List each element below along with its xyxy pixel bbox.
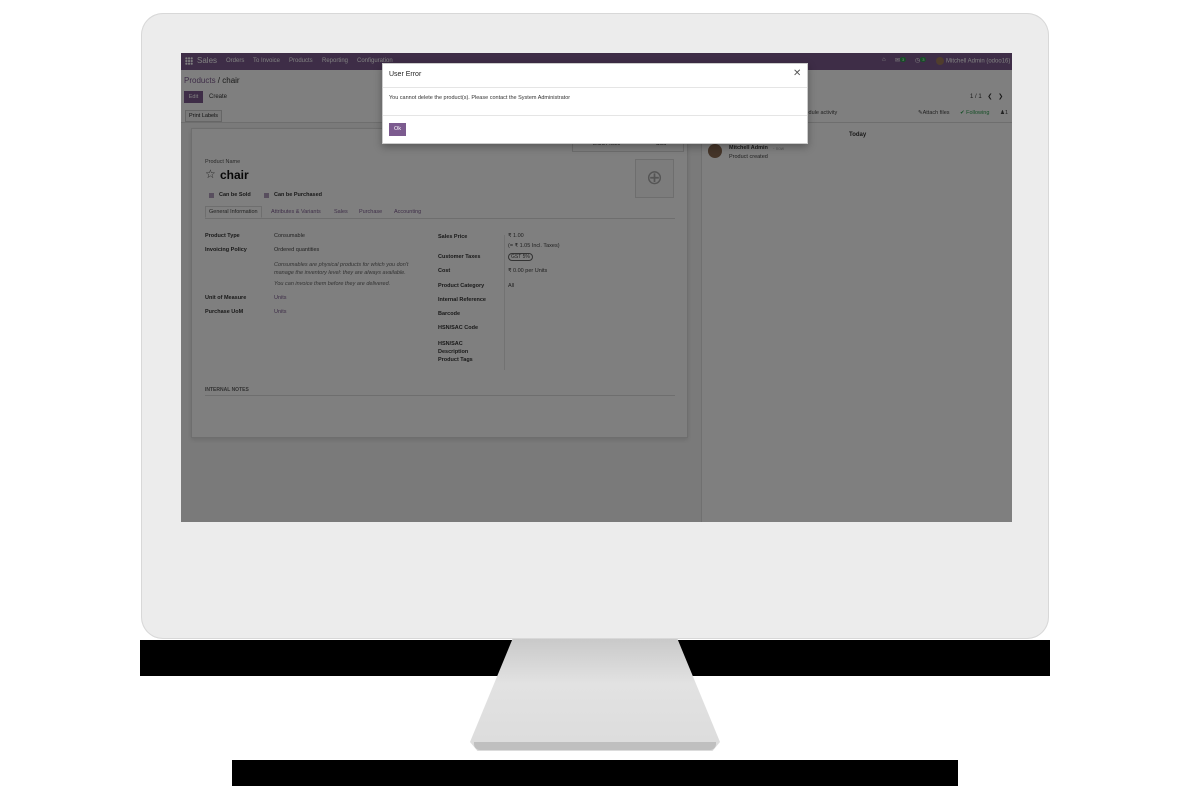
dialog-footer: Ok: [383, 115, 807, 144]
desk-shadow-base: [232, 760, 958, 786]
dialog-body: You cannot delete the product(s). Please…: [389, 95, 571, 101]
dialog-title: User Error: [389, 71, 422, 78]
close-icon[interactable]: ✕: [793, 68, 801, 79]
monitor-stand: [470, 639, 720, 751]
ok-button[interactable]: Ok: [389, 123, 406, 136]
user-error-dialog: User Error ✕ You cannot delete the produ…: [382, 63, 808, 144]
dialog-header: User Error ✕: [383, 64, 807, 88]
app-screen: Sales Orders To Invoice Products Reporti…: [181, 53, 1012, 522]
monitor-stand-foot: [474, 742, 716, 750]
